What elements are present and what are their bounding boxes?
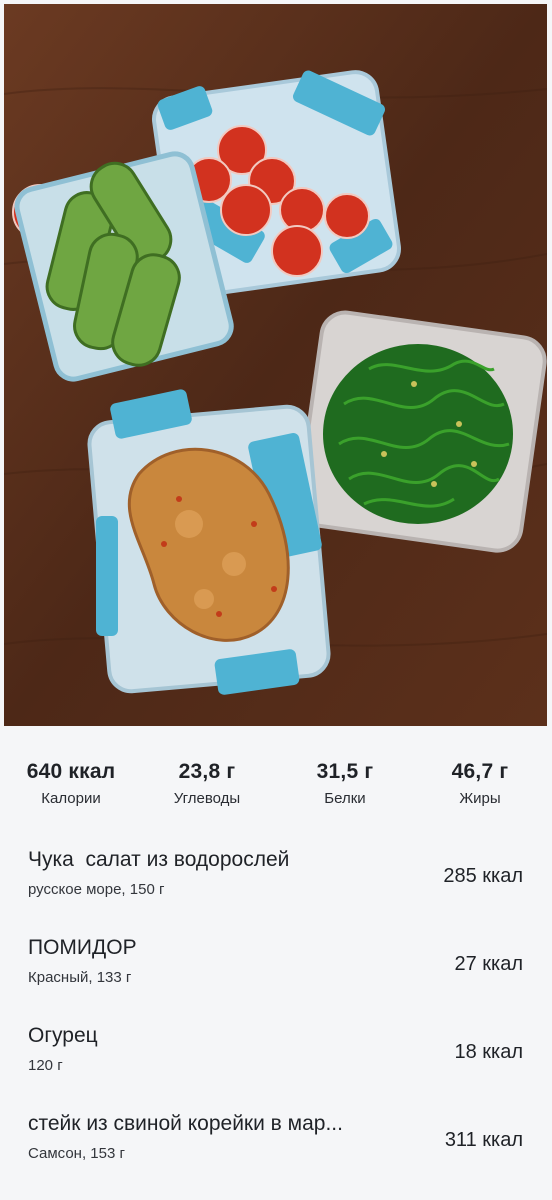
food-item-tomato[interactable]: ПОМИДОР Красный, 133 г 27 ккал <box>28 936 528 996</box>
calories-label: Калории <box>41 790 101 807</box>
food-calories: 18 ккал <box>454 1041 523 1063</box>
food-detail: Красный, 133 г <box>28 969 132 986</box>
food-name: Огурец <box>28 1024 98 1047</box>
pork-steak-container <box>87 389 331 695</box>
food-item-pork-steak[interactable]: стейк из свиной корейки в мар... Самсон,… <box>28 1112 528 1172</box>
fat-stat: 46,7 г Жиры <box>415 760 545 807</box>
meal-photo-illustration <box>4 4 547 726</box>
food-detail: русское море, 150 г <box>28 881 165 898</box>
food-detail: 120 г <box>28 1057 63 1074</box>
protein-label: Белки <box>324 790 366 807</box>
fat-value: 46,7 г <box>451 760 509 783</box>
food-detail: Самсон, 153 г <box>28 1145 125 1162</box>
fat-label: Жиры <box>459 790 501 807</box>
nutrition-summary: 640 ккал Калории 23,8 г Углеводы 31,5 г … <box>0 760 552 820</box>
food-item-seaweed-salad[interactable]: Чука салат из водорослей русское море, 1… <box>28 848 528 908</box>
food-name: стейк из свиной корейки в мар... <box>28 1112 343 1135</box>
meal-photo <box>4 4 547 726</box>
food-calories: 285 ккал <box>443 865 523 887</box>
food-item-cucumber[interactable]: Огурец 120 г 18 ккал <box>28 1024 528 1084</box>
carbs-stat: 23,8 г Углеводы <box>142 760 272 807</box>
protein-stat: 31,5 г Белки <box>280 760 410 807</box>
protein-value: 31,5 г <box>316 760 374 783</box>
food-name: Чука салат из водорослей <box>28 848 290 871</box>
nutrition-panel: 640 ккал Калории 23,8 г Углеводы 31,5 г … <box>0 730 552 1200</box>
food-calories: 27 ккал <box>454 953 523 975</box>
calories-stat: 640 ккал Калории <box>6 760 136 807</box>
food-calories: 311 ккал <box>444 1129 523 1151</box>
seaweed-container <box>296 310 547 553</box>
calories-value: 640 ккал <box>26 760 116 783</box>
carbs-label: Углеводы <box>173 790 241 807</box>
food-name: ПОМИДОР <box>28 936 137 959</box>
carbs-value: 23,8 г <box>178 760 236 783</box>
